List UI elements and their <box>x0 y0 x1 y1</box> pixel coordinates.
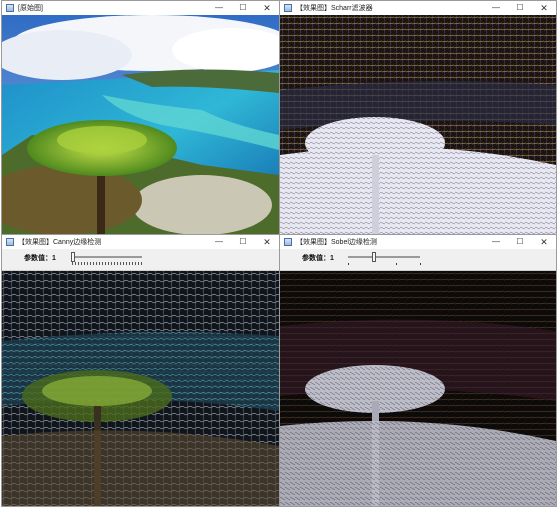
minimize-button[interactable]: — <box>484 235 508 249</box>
trackbar-thumb[interactable] <box>71 252 75 262</box>
titlebar-scharr[interactable]: 【效果图】Scharr滤波器 — ☐ ✕ <box>280 1 556 15</box>
image-canny <box>2 271 279 506</box>
titlebar-original[interactable]: [原始图] — ☐ ✕ <box>2 1 279 15</box>
close-button[interactable]: ✕ <box>532 1 556 15</box>
image-original <box>2 15 279 234</box>
close-button[interactable]: ✕ <box>532 235 556 249</box>
titlebar-sobel[interactable]: 【效果图】Sobel边缘检测 — ☐ ✕ <box>280 235 556 249</box>
close-button[interactable]: ✕ <box>255 1 279 15</box>
window-sobel: 【效果图】Sobel边缘检测 — ☐ ✕ 参数值：1 <box>279 234 557 507</box>
trackbar-label: 参数值：1 <box>302 255 334 262</box>
trackbar-sobel: 参数值：1 <box>280 249 556 271</box>
window-title: [原始图] <box>18 5 43 12</box>
window-original: [原始图] — ☐ ✕ <box>1 0 280 235</box>
titlebar-canny[interactable]: 【效果图】Canny边缘检测 — ☐ ✕ <box>2 235 279 249</box>
image-sobel <box>280 271 556 506</box>
maximize-button[interactable]: ☐ <box>508 1 532 15</box>
trackbar-tick <box>348 263 349 265</box>
maximize-button[interactable]: ☐ <box>508 235 532 249</box>
maximize-button[interactable]: ☐ <box>231 1 255 15</box>
trackbar-tick <box>420 263 421 265</box>
minimize-button[interactable]: — <box>484 1 508 15</box>
window-title: 【效果图】Scharr滤波器 <box>296 5 373 12</box>
trackbar-thumb[interactable] <box>372 252 376 262</box>
image-scharr <box>280 15 556 234</box>
window-scharr: 【效果图】Scharr滤波器 — ☐ ✕ <box>279 0 557 235</box>
trackbar-tick <box>396 263 397 265</box>
minimize-button[interactable]: — <box>207 235 231 249</box>
app-icon <box>6 238 14 246</box>
minimize-button[interactable]: — <box>207 1 231 15</box>
window-title: 【效果图】Canny边缘检测 <box>18 239 102 246</box>
window-title: 【效果图】Sobel边缘检测 <box>296 239 377 246</box>
window-canny: 【效果图】Canny边缘检测 — ☐ ✕ 参数值：1 <box>1 234 280 507</box>
trackbar-label: 参数值：1 <box>24 255 56 262</box>
app-icon <box>284 238 292 246</box>
close-button[interactable]: ✕ <box>255 235 279 249</box>
trackbar-ticks <box>72 262 142 265</box>
app-icon <box>6 4 14 12</box>
trackbar-canny: 参数值：1 <box>2 249 279 271</box>
trackbar-track[interactable] <box>72 256 142 258</box>
trackbar-track[interactable] <box>348 256 420 258</box>
app-icon <box>284 4 292 12</box>
maximize-button[interactable]: ☐ <box>231 235 255 249</box>
